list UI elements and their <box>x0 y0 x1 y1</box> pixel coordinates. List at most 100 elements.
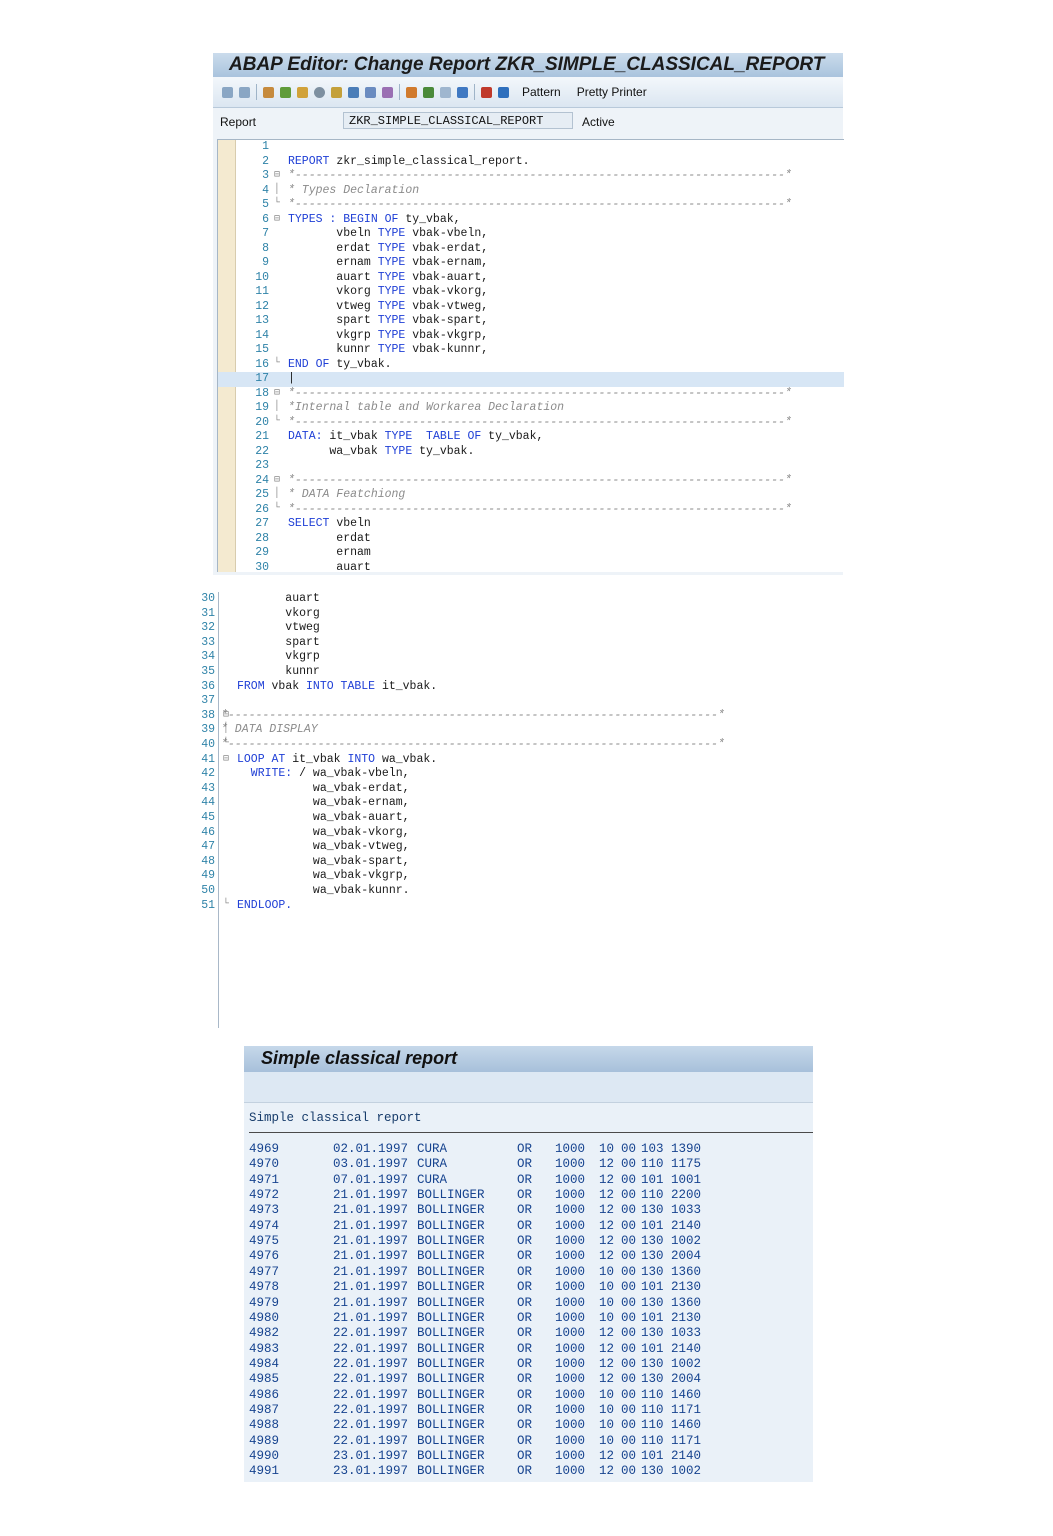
code-line[interactable]: 28 erdat <box>218 532 844 547</box>
navigation-icon[interactable] <box>382 86 393 98</box>
external-breakpoint-icon[interactable] <box>498 86 509 98</box>
code-line[interactable]: 51 └ ENDLOOP. <box>201 899 819 914</box>
code-line[interactable]: 30 auart <box>218 561 844 576</box>
code-line[interactable]: 34 vkgrp <box>201 650 819 665</box>
code-continuation[interactable]: 30 auart 31 vkorg 32 vtweg 33 spart 34 vkgrp… <box>201 592 819 1028</box>
code-line[interactable]: 16 └ END OF ty_vbak. <box>218 358 844 373</box>
report-cell: 130 <box>641 1234 664 1249</box>
activate-icon[interactable] <box>331 86 342 98</box>
object-list-icon[interactable] <box>423 86 434 98</box>
code-line[interactable]: 15 kunnr TYPE vbak-kunnr, <box>218 343 844 358</box>
report-cell: 00 <box>621 1264 637 1279</box>
code-line[interactable]: 20 └ *------------------------------------… <box>218 416 844 431</box>
code-line[interactable]: 42 WRITE: / wa_vbak-vbeln, <box>201 767 819 782</box>
line-number: 35 <box>201 665 215 678</box>
fold-collapse-icon[interactable]: ⊟ <box>223 753 233 765</box>
active-inactive-icon[interactable] <box>297 86 308 98</box>
display-change-icon[interactable] <box>280 86 291 98</box>
where-used-icon[interactable] <box>365 86 376 98</box>
code-line[interactable]: 46 wa_vbak-vkorg, <box>201 826 819 841</box>
code-line[interactable]: 12 vtweg TYPE vbak-vtweg, <box>218 300 844 315</box>
fold-collapse-icon[interactable]: ⊟ <box>274 169 284 181</box>
line-number: 28 <box>255 531 269 545</box>
test-icon[interactable] <box>348 86 359 98</box>
code-line[interactable]: 47 wa_vbak-vtweg, <box>201 840 819 855</box>
fold-collapse-icon[interactable]: ⊟ <box>274 474 284 486</box>
info-icon[interactable] <box>457 86 468 98</box>
code-line[interactable]: 24 ⊟ *------------------------------------… <box>218 474 844 489</box>
forward-arrow-icon[interactable] <box>239 86 250 98</box>
code-line[interactable]: 6 ⊟ TYPES : BEGIN OF ty_vbak, <box>218 213 844 228</box>
code-line[interactable]: 21 DATA: it_vbak TYPE TABLE OF ty_vbak, <box>218 430 844 445</box>
report-cell: 1360 <box>671 1264 702 1279</box>
report-cell: 130 <box>641 1203 664 1218</box>
hierarchy-icon[interactable] <box>406 86 417 98</box>
line-number: 46 <box>201 825 215 839</box>
code-line[interactable]: 45 wa_vbak-auart, <box>201 811 819 826</box>
code-line[interactable]: 32 vtweg <box>201 621 819 636</box>
code-line[interactable]: 1 <box>218 140 844 155</box>
code-line[interactable]: 2 REPORT zkr_simple_classical_report. <box>218 155 844 170</box>
code-line[interactable]: 38 ⊟ *------------------------------------… <box>201 709 819 724</box>
line-number: 25 <box>255 488 269 501</box>
report-name-field[interactable]: ZKR_SIMPLE_CLASSICAL_REPORT <box>343 112 573 129</box>
code-line[interactable]: 25 │ * DATA Featchiong <box>218 488 844 503</box>
code-line[interactable]: 36 FROM vbak INTO TABLE it_vbak. <box>201 679 819 695</box>
code-line[interactable]: 22 wa_vbak TYPE ty_vbak. <box>218 445 844 460</box>
report-cell: 1171 <box>671 1433 702 1448</box>
fold-collapse-icon[interactable]: ⊟ <box>274 213 284 225</box>
code-line[interactable]: 13 spart TYPE vbak-spart, <box>218 314 844 329</box>
code-line[interactable]: 30 auart <box>201 592 819 607</box>
code-line[interactable]: 27 SELECT vbeln <box>218 517 844 532</box>
code-line[interactable]: 26 └ *------------------------------------… <box>218 503 844 518</box>
report-cell: 1000 <box>555 1326 586 1341</box>
back-arrow-icon[interactable] <box>222 86 233 98</box>
report-cell: BOLLINGER <box>417 1326 485 1341</box>
code-line[interactable]: 43 wa_vbak-erdat, <box>201 782 819 797</box>
code-line[interactable]: 23 <box>218 459 844 474</box>
keyword-token: FROM <box>237 679 265 693</box>
code-line[interactable]: 40 └ *------------------------------------… <box>201 738 819 753</box>
code-line[interactable]: 18 ⊟ *------------------------------------… <box>218 387 844 402</box>
fold-collapse-icon[interactable]: ⊟ <box>274 387 284 399</box>
code-line[interactable]: 3 ⊟ *-------------------------------------… <box>218 169 844 184</box>
check-icon[interactable] <box>314 86 325 98</box>
code-line[interactable]: 7 vbeln TYPE vbak-vbeln, <box>218 227 844 242</box>
code-line[interactable]: 4 │ * Types Declaration <box>218 184 844 199</box>
report-cell: 21.01.1997 <box>333 1280 409 1295</box>
comment-token: *---------------------------------------… <box>221 738 725 751</box>
breakpoint-icon[interactable] <box>481 86 492 98</box>
code-line[interactable]: 48 wa_vbak-spart, <box>201 855 819 870</box>
code-line[interactable]: 11 vkorg TYPE vbak-vkorg, <box>218 285 844 300</box>
report-cell: 2140 <box>671 1449 702 1463</box>
report-cell: CURA <box>417 1172 448 1187</box>
code-line[interactable]: 29 ernam <box>218 546 844 561</box>
pattern-button[interactable]: Pattern <box>522 85 561 99</box>
code-line[interactable]: 17 | <box>218 372 844 387</box>
code-line[interactable]: 44 wa_vbak-ernam, <box>201 796 819 811</box>
code-line[interactable]: 33 spart <box>201 636 819 651</box>
other-object-icon[interactable] <box>263 86 274 98</box>
code-text: *---------------------------------------… <box>221 709 725 722</box>
code-line[interactable]: 14 vkgrp TYPE vbak-vkgrp, <box>218 329 844 344</box>
code-line[interactable]: 5 └ *-------------------------------------… <box>218 198 844 213</box>
code-line[interactable]: 19 │ *Internal table and Workarea Declarat… <box>218 401 844 416</box>
code-line[interactable]: 35 kunnr <box>201 665 819 680</box>
code-line[interactable]: 9 ernam TYPE vbak-ernam, <box>218 256 844 271</box>
code-editor-area[interactable]: 1 2 REPORT zkr_simple_classical_report. 3 ⊟ *… <box>217 139 844 574</box>
keyword-token: SELECT <box>288 517 330 530</box>
pretty-printer-button[interactable]: Pretty Printer <box>577 85 647 99</box>
code-text: *---------------------------------------… <box>288 416 792 429</box>
code-line[interactable]: 41 ⊟ LOOP AT it_vbak INTO wa_vbak. <box>201 753 819 768</box>
code-line[interactable]: 39 │ * DATA DISPLAY <box>201 723 819 738</box>
code-line[interactable]: 10 auart TYPE vbak-auart, <box>218 271 844 286</box>
code-line[interactable]: 8 erdat TYPE vbak-erdat, <box>218 242 844 257</box>
code-line[interactable]: 49 wa_vbak-vkgrp, <box>201 869 819 884</box>
report-cell: 4984 <box>249 1356 280 1371</box>
layout-icon[interactable] <box>440 86 451 98</box>
code-line[interactable]: 37 <box>201 694 819 709</box>
line-number: 51 <box>201 898 215 912</box>
code-line[interactable]: 50 wa_vbak-kunnr. <box>201 884 819 899</box>
report-cell: 2140 <box>671 1341 702 1356</box>
code-line[interactable]: 31 vkorg <box>201 607 819 622</box>
